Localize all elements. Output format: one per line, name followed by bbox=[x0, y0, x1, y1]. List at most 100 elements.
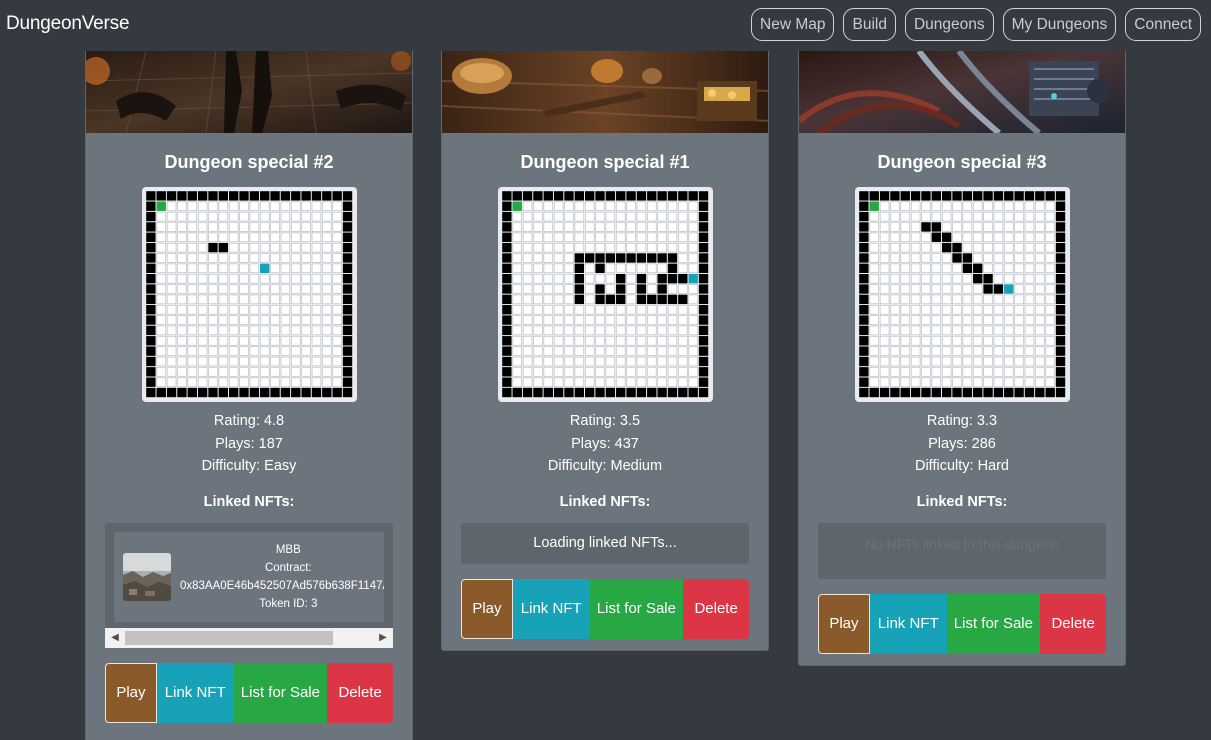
wall-tile bbox=[238, 387, 249, 398]
nft-item[interactable]: MBB Contract: 0x83AA0E46b452507Ad576b638… bbox=[114, 531, 384, 622]
my-dungeons-button[interactable]: My Dungeons bbox=[1002, 8, 1117, 41]
floor-tile bbox=[280, 377, 290, 387]
wall-tile bbox=[522, 191, 532, 201]
floor-tile bbox=[269, 325, 280, 336]
wall-tile bbox=[858, 325, 869, 336]
wall-tile bbox=[145, 284, 156, 294]
play-button[interactable]: Play bbox=[818, 593, 870, 654]
floor-tile bbox=[553, 253, 563, 263]
floor-tile bbox=[290, 274, 300, 284]
floor-tile bbox=[1013, 367, 1024, 377]
wall-tile bbox=[982, 274, 993, 284]
floor-tile bbox=[688, 346, 698, 356]
floor-tile bbox=[207, 315, 218, 325]
delete-button[interactable]: Delete bbox=[327, 662, 393, 723]
floor-tile bbox=[512, 274, 522, 284]
floor-tile bbox=[522, 284, 532, 294]
scroll-left-icon[interactable]: ◀ bbox=[105, 628, 125, 648]
floor-tile bbox=[636, 242, 646, 253]
wall-tile bbox=[145, 305, 156, 315]
floor-tile bbox=[920, 367, 931, 377]
play-button[interactable]: Play bbox=[461, 578, 513, 639]
wall-tile bbox=[656, 274, 667, 284]
floor-tile bbox=[156, 253, 166, 263]
build-button[interactable]: Build bbox=[843, 8, 896, 41]
floor-tile bbox=[259, 222, 269, 232]
floor-tile bbox=[584, 274, 594, 284]
floor-tile bbox=[1045, 346, 1055, 356]
link-nft-button[interactable]: Link NFT bbox=[869, 593, 947, 654]
wall-tile bbox=[1055, 232, 1065, 242]
floor-tile bbox=[605, 284, 615, 294]
wall-tile bbox=[667, 294, 677, 305]
list-for-sale-button[interactable]: List for Sale bbox=[233, 662, 328, 723]
wall-tile bbox=[698, 222, 708, 232]
delete-button[interactable]: Delete bbox=[683, 578, 749, 639]
floor-tile bbox=[574, 356, 584, 367]
card-actions: Play Link NFT List for Sale Delete bbox=[105, 662, 393, 723]
floor-tile bbox=[1034, 284, 1044, 294]
floor-tile bbox=[879, 305, 889, 315]
wall-tile bbox=[993, 191, 1003, 201]
wall-tile bbox=[1055, 222, 1065, 232]
floor-tile bbox=[311, 263, 321, 273]
list-for-sale-button[interactable]: List for Sale bbox=[946, 593, 1041, 654]
floor-tile bbox=[207, 211, 218, 222]
floor-tile bbox=[197, 274, 207, 284]
link-nft-button[interactable]: Link NFT bbox=[512, 578, 590, 639]
floor-tile bbox=[543, 305, 553, 315]
floor-tile bbox=[269, 356, 280, 367]
floor-tile bbox=[543, 242, 553, 253]
wall-tile bbox=[207, 242, 218, 253]
floor-tile bbox=[584, 346, 594, 356]
wall-tile bbox=[145, 356, 156, 367]
floor-tile bbox=[900, 294, 910, 305]
connect-button[interactable]: Connect bbox=[1125, 8, 1201, 41]
floor-tile bbox=[972, 315, 982, 325]
floor-tile bbox=[900, 367, 910, 377]
floor-tile bbox=[869, 294, 879, 305]
new-map-button[interactable]: New Map bbox=[751, 8, 835, 41]
floor-tile bbox=[259, 356, 269, 367]
play-button[interactable]: Play bbox=[105, 662, 157, 723]
floor-tile bbox=[300, 263, 311, 273]
horizontal-scrollbar[interactable]: ◀ ▶ bbox=[105, 627, 393, 648]
floor-tile bbox=[941, 377, 951, 387]
scroll-right-icon[interactable]: ▶ bbox=[373, 628, 393, 648]
wall-tile bbox=[166, 191, 176, 201]
wall-tile bbox=[869, 191, 879, 201]
delete-button[interactable]: Delete bbox=[1040, 593, 1106, 654]
floor-tile bbox=[166, 232, 176, 242]
wall-tile bbox=[342, 315, 352, 325]
floor-tile bbox=[605, 346, 615, 356]
floor-tile bbox=[176, 377, 187, 387]
floor-tile bbox=[522, 294, 532, 305]
floor-tile bbox=[646, 274, 656, 284]
floor-tile bbox=[931, 346, 941, 356]
wall-tile bbox=[605, 294, 615, 305]
floor-tile bbox=[228, 211, 238, 222]
list-for-sale-button[interactable]: List for Sale bbox=[589, 578, 684, 639]
floor-tile bbox=[1024, 315, 1034, 325]
floor-tile bbox=[228, 222, 238, 232]
floor-tile bbox=[646, 284, 656, 294]
floor-tile bbox=[280, 346, 290, 356]
dungeons-button[interactable]: Dungeons bbox=[904, 8, 994, 41]
floor-tile bbox=[176, 253, 187, 263]
floor-tile bbox=[982, 305, 993, 315]
floor-tile bbox=[646, 305, 656, 315]
floor-tile bbox=[1003, 253, 1013, 263]
floor-tile bbox=[512, 315, 522, 325]
floor-tile bbox=[238, 325, 249, 336]
floor-tile bbox=[259, 377, 269, 387]
wall-tile bbox=[342, 294, 352, 305]
scrollbar-thumb[interactable] bbox=[125, 630, 333, 645]
floor-tile bbox=[646, 201, 656, 211]
wall-tile bbox=[145, 242, 156, 253]
brand-logo[interactable]: DungeonVerse bbox=[6, 13, 130, 35]
floor-tile bbox=[1034, 211, 1044, 222]
floor-tile bbox=[584, 222, 594, 232]
link-nft-button[interactable]: Link NFT bbox=[156, 662, 234, 723]
floor-tile bbox=[197, 211, 207, 222]
dungeon-map bbox=[141, 187, 357, 402]
